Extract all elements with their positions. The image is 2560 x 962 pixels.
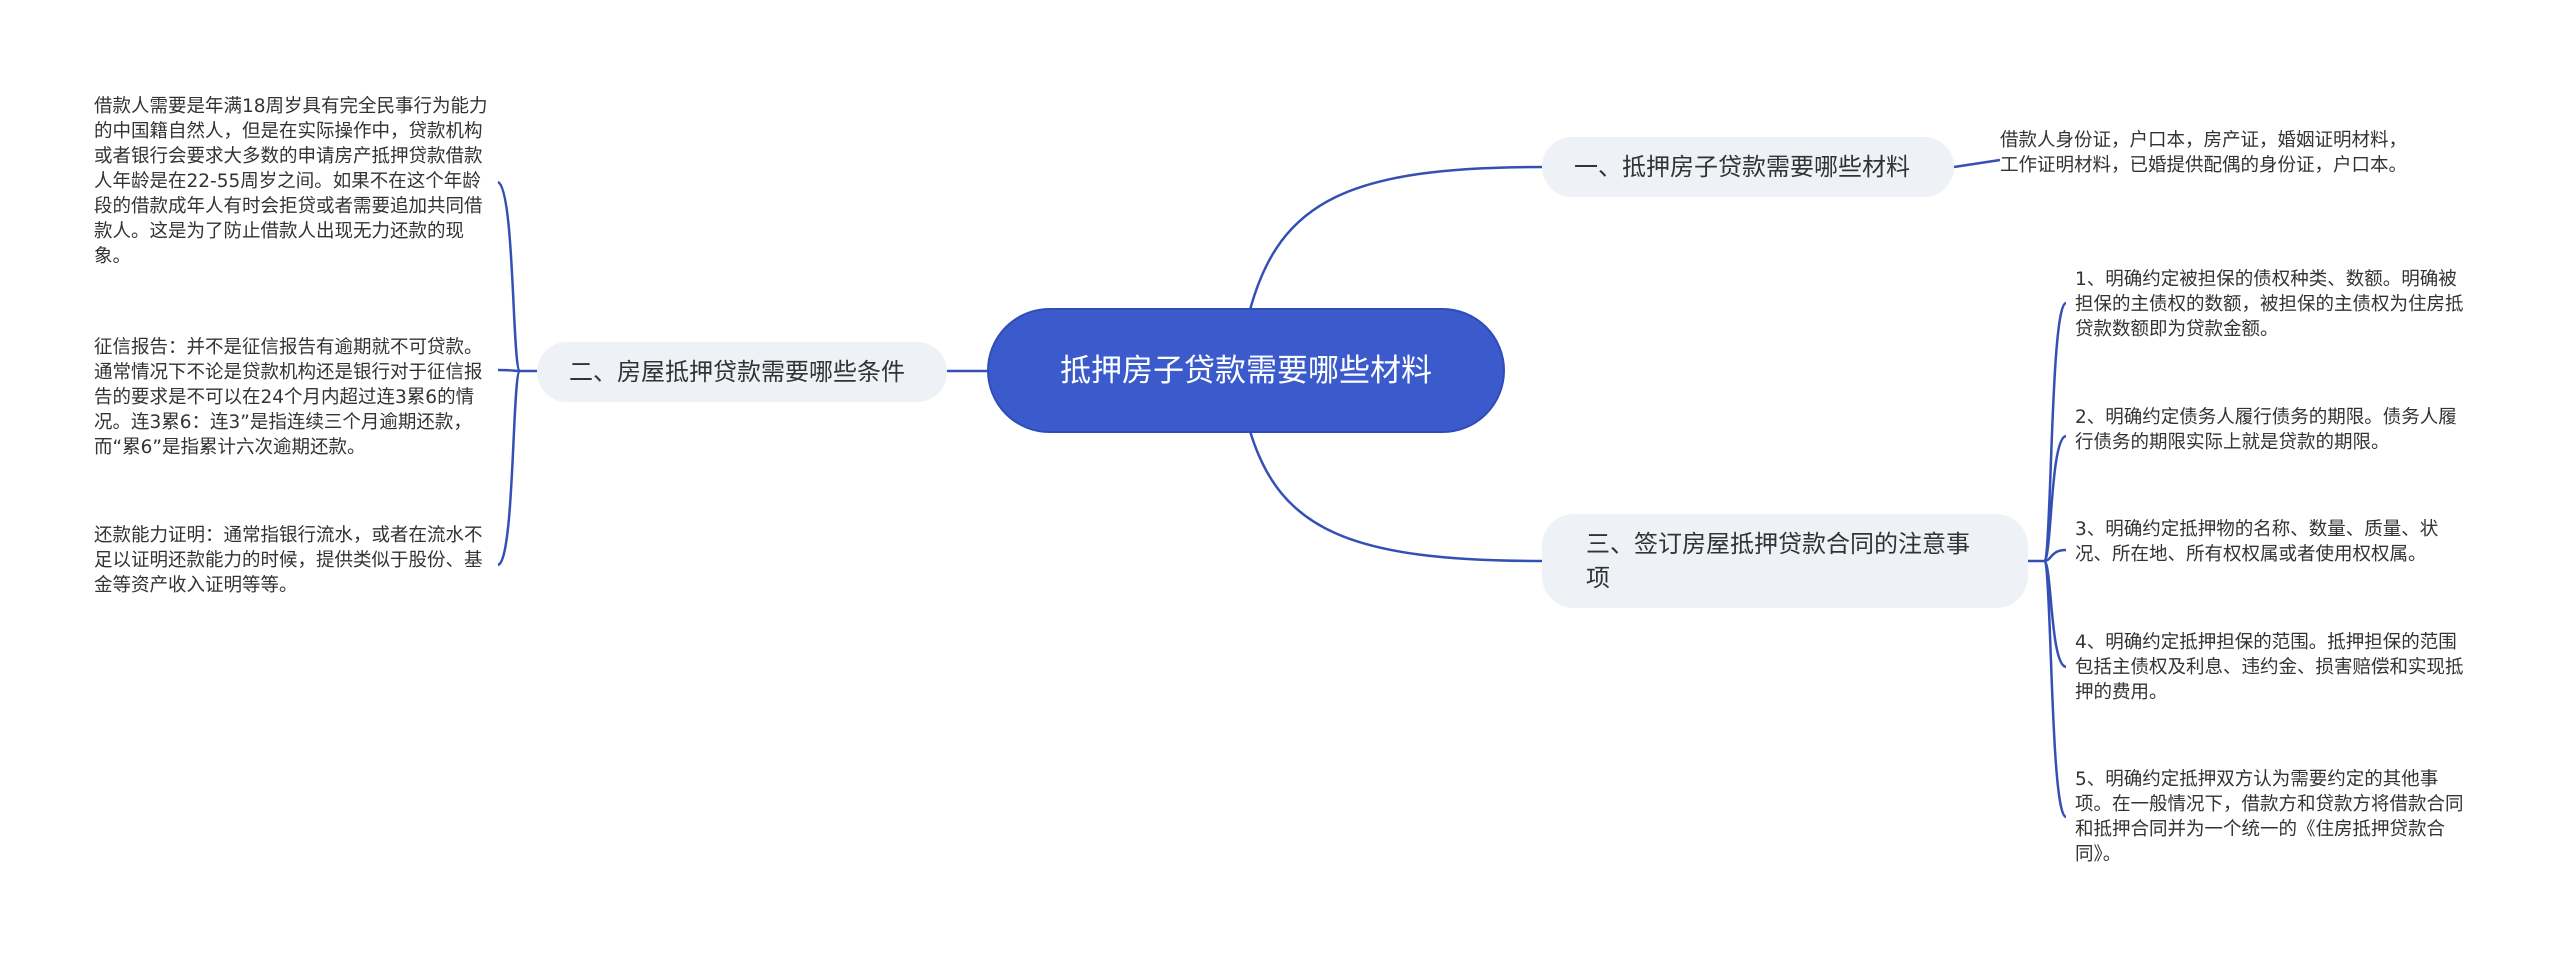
root-topic[interactable]: 抵押房子贷款需要哪些材料 [987, 308, 1505, 433]
link-b2-bracket [497, 180, 537, 567]
leaf-age-requirement: 借款人需要是年满18周岁具有完全民事行为能力的中国籍自然人，但是在实际操作中，贷… [94, 96, 488, 267]
branch-label: 二、房屋抵押贷款需要哪些条件 [569, 358, 905, 386]
link-root-b1 [1248, 165, 1543, 311]
branch-contract-notes[interactable]: 三、签订房屋抵押贷款合同的注意事项 [1542, 514, 2028, 608]
leaf-note-1: 1、明确约定被担保的债权种类、数额。明确被担保的主债权的数额，被担保的主债权为住… [2075, 269, 2464, 340]
branch-label: 一、抵押房子贷款需要哪些材料 [1574, 153, 1910, 181]
branch-materials[interactable]: 一、抵押房子贷款需要哪些材料 [1542, 137, 1954, 197]
leaf-repayment-proof: 还款能力证明：通常指银行流水，或者在流水不足以证明还款能力的时候，提供类似于股份… [94, 525, 483, 596]
leaf-note-3: 3、明确约定抵押物的名称、数量、质量、状况、所在地、所有权权属或者使用权权属。 [2075, 519, 2439, 565]
branch-conditions[interactable]: 二、房屋抵押贷款需要哪些条件 [537, 342, 947, 402]
root-title: 抵押房子贷款需要哪些材料 [1060, 352, 1432, 389]
leaf-note-2: 2、明确约定债务人履行债务的期限。债务人履行债务的期限实际上就是贷款的期限。 [2075, 407, 2457, 453]
link-root-b3 [1248, 430, 1543, 563]
leaf-credit-report: 征信报告：并不是征信报告有逾期就不可贷款。通常情况下不论是贷款机构还是银行对于征… [94, 337, 483, 458]
link-b1-leaf [1953, 158, 2001, 169]
branch-label: 三、签订房屋抵押贷款合同的注意事项 [1586, 530, 1970, 592]
leaf-note-5: 5、明确约定抵押双方认为需要约定的其他事项。在一般情况下，借款方和贷款方将借款合… [2075, 769, 2464, 865]
leaf-note-4: 4、明确约定抵押担保的范围。抵押担保的范围包括主债权及利息、违约金、损害赔偿和实… [2075, 632, 2464, 703]
link-b3-bracket [2028, 301, 2068, 819]
leaf-materials: 借款人身份证，户口本，房产证，婚姻证明材料，工作证明材料，已婚提供配偶的身份证，… [2000, 130, 2408, 176]
